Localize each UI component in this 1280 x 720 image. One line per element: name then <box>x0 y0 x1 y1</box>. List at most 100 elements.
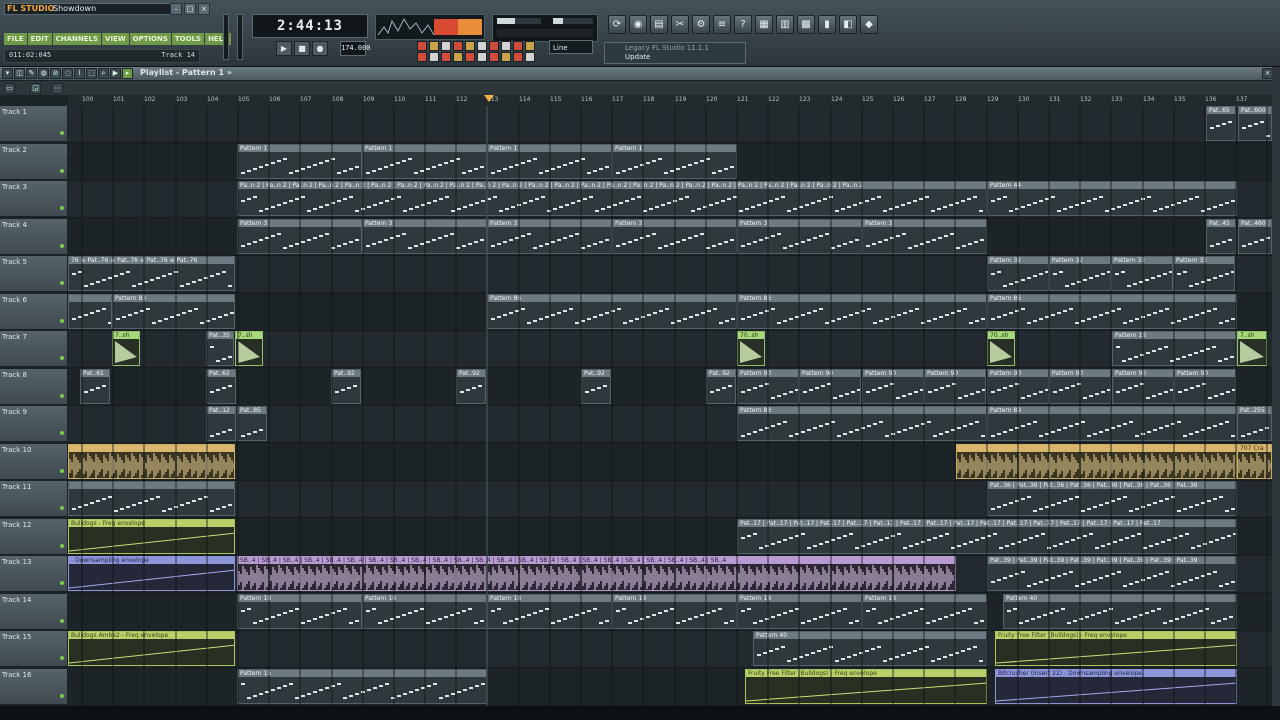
playlist-clip[interactable]: Pattern 3 <box>737 219 862 254</box>
playlist-clip[interactable]: Pattern 3 <box>612 219 737 254</box>
playlist-clip[interactable]: Pattern 18 <box>862 594 987 629</box>
playlist-clip[interactable]: Pattern 90 <box>987 369 1049 404</box>
menu-options[interactable]: OPTIONS <box>129 33 171 45</box>
pat-tool-4[interactable] <box>453 41 463 51</box>
playlist-clip[interactable] <box>68 444 235 479</box>
playlist-clip[interactable]: Pat..35 <box>206 331 234 366</box>
menu-view[interactable]: VIEW <box>102 33 129 45</box>
track-header[interactable]: Track 6 <box>0 294 67 330</box>
playlist-clip[interactable] <box>68 481 235 516</box>
song-position-display[interactable]: 2:44:13 <box>252 14 368 38</box>
playlist-clip[interactable]: Pattern 90 <box>737 369 799 404</box>
pat-tool-13[interactable] <box>441 52 451 62</box>
track-header[interactable]: Track 12 <box>0 519 67 555</box>
playlist-clip[interactable]: Pat..92 <box>331 369 361 404</box>
playlist-clip[interactable]: Pattern 90 <box>862 369 924 404</box>
playlist-clip[interactable]: Pattern 18 <box>362 594 487 629</box>
pat-tool-11[interactable] <box>417 52 427 62</box>
pl-draw-icon[interactable]: ✎ <box>26 68 37 79</box>
piano-roll-icon[interactable]: ▦ <box>755 15 773 34</box>
playlist-clip[interactable]: Pattern 18 <box>237 594 362 629</box>
playlist-clip[interactable]: Pattern 15 <box>237 669 487 704</box>
track-header[interactable]: Track 9 <box>0 406 67 442</box>
track-lane[interactable]: - Downsampling envelope SB..4 | SB..4 | S… <box>68 556 1272 593</box>
browser-icon[interactable]: ⟳ <box>608 15 626 34</box>
playlist-clip[interactable]: Bulldogs Ambe2 - Freq envelope <box>68 631 235 666</box>
pl-zoom-icon[interactable]: ⌕ <box>98 68 109 79</box>
playlist-clip[interactable]: Pattern 1 <box>487 144 612 179</box>
playlist-clip[interactable]: Pattern 89 <box>987 406 1237 441</box>
playlist-clip[interactable]: Pat..92 <box>456 369 486 404</box>
stop-icon[interactable]: ■ <box>294 41 310 56</box>
pl-play-icon[interactable]: ▶ <box>110 68 121 79</box>
track-mute-led[interactable] <box>60 206 64 210</box>
playlist-clip[interactable]: Fruity Free Filter (Bulldogs) - Freq env… <box>745 669 987 704</box>
mixer-view-icon[interactable]: ▮ <box>818 15 836 34</box>
track-mute-led[interactable] <box>60 619 64 623</box>
playlist-clip[interactable]: Pattern 32 <box>1173 256 1235 291</box>
menu-file[interactable]: FILE <box>4 33 27 45</box>
track-mute-led[interactable] <box>60 544 64 548</box>
playlist-clip[interactable]: 7..sh <box>112 331 140 366</box>
track-lane[interactable]: Pat..36 | Pat..36 | Pat..36 | Pat..36 | … <box>68 481 1272 518</box>
pl-paint-icon[interactable]: ◍ <box>38 68 49 79</box>
playlist-clip[interactable]: Pat..45 <box>1206 219 1236 254</box>
track-lane[interactable]: 707 Cra <box>68 444 1272 481</box>
pat-tool-15[interactable] <box>465 52 475 62</box>
playlist-clip[interactable]: 7..sh <box>1237 331 1267 366</box>
playlist-clip[interactable]: Pattern 40 <box>1003 594 1237 629</box>
playlist-clip[interactable]: Pat..255 <box>1237 406 1272 441</box>
playlist-clip[interactable]: Pattern 88 <box>737 406 987 441</box>
playlist-clip[interactable]: Pattern 90 <box>1174 369 1236 404</box>
track-header[interactable]: Track 8 <box>0 369 67 405</box>
playlist-clip[interactable]: Pattern 86 <box>487 294 737 329</box>
playlist-clip[interactable]: 7..sh <box>235 331 263 366</box>
playlist-clip[interactable]: Fruity Free Filter (Bulldogs) - Freq env… <box>995 631 1237 666</box>
track-mute-led[interactable] <box>60 131 64 135</box>
track-mute-led[interactable] <box>60 356 64 360</box>
playlist-clip[interactable]: 707 Cra <box>1237 444 1272 479</box>
track-header[interactable]: Track 16 <box>0 669 67 705</box>
track-lane[interactable]: Pat..61 Pat..62 Pat..92 Pat..92 Pat..92 Pat..… <box>68 369 1272 406</box>
playlist-clip[interactable]: Pat..17 | Pat..17 | Pat..17 | Pat..17 | … <box>737 519 1237 554</box>
playlist-clip[interactable]: Pat..600 <box>1238 106 1272 141</box>
pat-tool-19[interactable] <box>513 52 523 62</box>
playlist-clip[interactable] <box>68 294 112 329</box>
playlist-clip[interactable]: Pat..39 | Pat..39 | Pat..39 | Pat..39 | … <box>987 556 1237 591</box>
playlist-clip[interactable]: Pat..85 <box>237 406 267 441</box>
pl-select-icon[interactable]: ⬚ <box>86 68 97 79</box>
playlist-clip[interactable]: Pattern 90 <box>1049 369 1111 404</box>
playlist-clip[interactable]: Pattern 32 <box>1049 256 1111 291</box>
maximize-icon[interactable]: □ <box>184 3 196 15</box>
playlist-clip[interactable]: Pattern 1 <box>362 144 487 179</box>
pl-more-icon[interactable]: ⋯ <box>52 83 63 94</box>
master-pitch-slider[interactable] <box>237 14 243 60</box>
playlist-clip[interactable]: - Downsampling envelope <box>68 556 235 591</box>
playlist-clip[interactable]: Pattern 3 <box>487 219 612 254</box>
playlist-clip[interactable]: 70..sh <box>987 331 1015 366</box>
playlist-clip[interactable]: 76 ≡ Pat..76 ≡ Pat..76 ≡ Pat..76 ≡ Pat..… <box>68 256 235 291</box>
playlist-clip[interactable]: Pattern 90 <box>924 369 986 404</box>
menu-edit[interactable]: EDIT <box>27 33 52 45</box>
playlist-clip[interactable]: Pattern 32 <box>1111 256 1173 291</box>
playlist-clip[interactable]: Pattern 90 <box>1112 369 1174 404</box>
channel-rack-icon[interactable]: ▥ <box>776 15 794 34</box>
playlist-clip[interactable]: 70..sh <box>737 331 765 366</box>
track-mute-led[interactable] <box>60 656 64 660</box>
track-header[interactable]: Track 10 <box>0 444 67 480</box>
save-icon[interactable]: ▤ <box>650 15 668 34</box>
track-lane[interactable]: Pat..12 Pat..85 Pattern 88 Pattern 89 Pat..2… <box>68 406 1272 443</box>
playlist-clip[interactable]: Bulldogs - Freq envelope <box>68 519 235 554</box>
pat-tool-14[interactable] <box>453 52 463 62</box>
track-mute-led[interactable] <box>60 581 64 585</box>
playlist-clip[interactable]: Pat..480 <box>1238 219 1272 254</box>
playlist-clip[interactable]: Pattern 3 <box>362 219 487 254</box>
pat-tool-1[interactable] <box>417 41 427 51</box>
track-mute-led[interactable] <box>60 169 64 173</box>
plugin-icon[interactable]: ◧ <box>839 15 857 34</box>
track-lane[interactable]: Pattern 3 Pattern 3 Pattern 3 Pattern 3 Patt… <box>68 219 1272 256</box>
pat-tool-10[interactable] <box>525 41 535 51</box>
pat-tool-9[interactable] <box>513 41 523 51</box>
track-lane[interactable]: Bulldogs - Freq envelope Pat..17 | Pat..1… <box>68 519 1272 556</box>
pl-slice-icon[interactable]: ⌇ <box>74 68 85 79</box>
